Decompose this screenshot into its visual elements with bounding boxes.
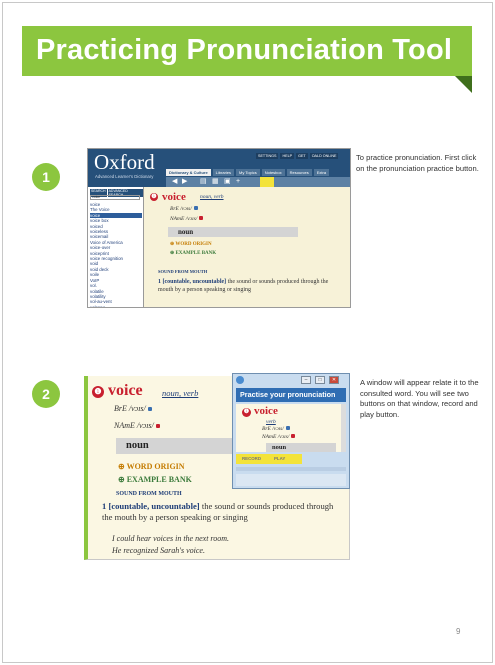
page-title: Practicing Pronunciation Tool xyxy=(36,34,453,66)
menu-oald-online[interactable]: OALD ONLINE xyxy=(309,153,339,159)
record-button[interactable]: RECORD xyxy=(242,456,261,461)
word-origin-link[interactable]: ⊕ WORD ORIGIN xyxy=(118,462,185,471)
menu-get[interactable]: GET xyxy=(296,153,308,159)
add-icon[interactable]: + xyxy=(236,178,240,186)
word-list-panel: SEARCH ADVANCED SEARCH voice voice The Vo… xyxy=(88,187,144,307)
dictionary-subtitle: Advanced Learner's Dictionary xyxy=(95,174,154,179)
save-icon[interactable]: ▣ xyxy=(224,178,231,186)
popup-title: Practise your pronunciation xyxy=(236,388,346,402)
example-bank-link[interactable]: ⊕ EXAMPLE BANK xyxy=(118,475,192,484)
popup-entry: ❶ voice verb BrE /vɔɪs/ NAmE /vɔɪs/ noun xyxy=(236,404,346,452)
tab-resources[interactable]: Resources xyxy=(286,169,312,176)
slide-page xyxy=(2,2,493,663)
copy-icon[interactable]: ▤ xyxy=(200,178,207,186)
record-play-bar: RECORD PLAY xyxy=(236,454,302,464)
sense-heading: SOUND FROM MOUTH xyxy=(158,269,208,274)
entry-number-badge: ❶ xyxy=(242,408,251,417)
entry-number-badge: ❶ xyxy=(150,193,158,201)
step-2-number: 2 xyxy=(32,380,60,408)
name-pronunciation: NAmE /vɔɪs/ xyxy=(114,421,160,430)
pronunciation-practice-button[interactable] xyxy=(260,177,274,187)
play-button[interactable]: PLAY xyxy=(274,456,285,461)
bre-pronunciation: BrE /vɔɪs/ xyxy=(170,206,198,212)
entry-pos[interactable]: noun, verb xyxy=(162,388,198,398)
popup-lower-area xyxy=(236,474,346,486)
entry-headword: voice xyxy=(108,382,143,399)
tab-my-topics[interactable]: My Topics xyxy=(236,169,260,176)
tab-libraries[interactable]: Libraries xyxy=(212,169,235,176)
noun-section[interactable]: noun xyxy=(168,227,298,237)
popup-name-pronunciation: NAmE /vɔɪs/ xyxy=(262,434,296,440)
tab-extra[interactable]: Extra xyxy=(313,169,330,176)
entry-headword: voice xyxy=(162,191,186,203)
word-list-item[interactable]: volcano xyxy=(90,305,142,307)
top-menu: SETTINGS HELP GET OALD ONLINE xyxy=(256,153,339,159)
oxford-logo: Oxford xyxy=(94,150,155,174)
popup-resize-bar[interactable] xyxy=(236,467,346,471)
word-origin-link[interactable]: ⊕ WORD ORIGIN xyxy=(170,241,212,247)
tab-dictionary-culture[interactable]: Dictionary & Culture xyxy=(166,169,211,176)
sense-definition: 1 [countable, uncountable] the sound or … xyxy=(158,279,329,293)
example-bank-link[interactable]: ⊕ EXAMPLE BANK xyxy=(170,250,216,256)
step-2-text: A window will appear relate it to the co… xyxy=(360,378,479,419)
bre-speaker-icon[interactable] xyxy=(147,407,152,411)
title-banner: Practicing Pronunciation Tool xyxy=(22,26,472,76)
menu-settings[interactable]: SETTINGS xyxy=(256,153,279,159)
name-pronunciation: NAmE /vɔɪs/ xyxy=(170,216,204,222)
pronunciation-popup: – □ ✕ Practise your pronunciation ❶ voic… xyxy=(232,373,350,489)
entry-number-badge: ❶ xyxy=(92,386,104,398)
forward-arrow-icon[interactable]: ▶ xyxy=(182,178,187,186)
popup-scrollbar[interactable] xyxy=(341,404,346,452)
step-1-number: 1 xyxy=(32,163,60,191)
name-speaker-icon[interactable] xyxy=(291,434,296,438)
sense-definition: 1 [countable, uncountable] the sound or … xyxy=(102,501,334,522)
popup-headword: voice xyxy=(254,405,278,417)
window-icon xyxy=(236,376,244,384)
tab-notesbox[interactable]: Notesbox xyxy=(261,169,285,176)
entry-panel: ❶ voice noun, verb BrE /vɔɪs/ NAmE /vɔɪs… xyxy=(148,189,348,307)
popup-pos[interactable]: verb xyxy=(266,419,276,425)
name-speaker-icon[interactable] xyxy=(199,216,204,220)
popup-bre-pronunciation: BrE /vɔɪs/ xyxy=(262,426,290,432)
dictionary-tabs: Dictionary & Culture Libraries My Topics… xyxy=(166,169,330,176)
example-sentence: I could hear voices in the next room. xyxy=(112,534,230,543)
bre-speaker-icon[interactable] xyxy=(193,206,198,210)
menu-help[interactable]: HELP xyxy=(280,153,295,159)
sense-heading: SOUND FROM MOUTH xyxy=(116,491,182,497)
maximize-button[interactable]: □ xyxy=(315,376,325,384)
title-banner-fold xyxy=(455,76,472,93)
entry-pos[interactable]: noun, verb xyxy=(200,194,224,200)
close-button[interactable]: ✕ xyxy=(329,376,339,384)
search-input[interactable]: voice xyxy=(90,195,140,200)
print-icon[interactable]: ▦ xyxy=(212,178,219,186)
name-speaker-icon[interactable] xyxy=(155,424,160,428)
dictionary-app-screenshot: Oxford Advanced Learner's Dictionary SET… xyxy=(87,148,351,308)
page-number: 9 xyxy=(456,627,461,636)
minimize-button[interactable]: – xyxy=(301,376,311,384)
example-sentence: He recognized Sarah's voice. xyxy=(112,546,205,555)
back-arrow-icon[interactable]: ◀ xyxy=(172,178,177,186)
step-1-text: To practice pronunciation. First click o… xyxy=(356,153,479,173)
dictionary-toolbar: ◀ ▶ ▤ ▦ ▣ + xyxy=(166,177,350,187)
popup-noun-section[interactable]: noun xyxy=(266,443,336,452)
word-list: voice The Voice voice voice box voiced voicel… xyxy=(90,202,142,307)
bre-pronunciation: BrE /vɔɪs/ xyxy=(114,404,152,413)
bre-speaker-icon[interactable] xyxy=(285,426,290,430)
